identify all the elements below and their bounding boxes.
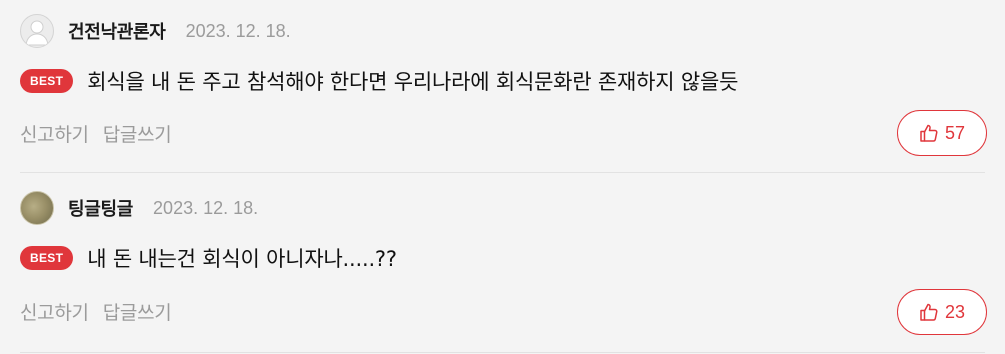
comment-body: BEST 회식을 내 돈 주고 참석해야 한다면 우리나라에 회식문화란 존재하… (20, 66, 738, 96)
comment-text: 내 돈 내는건 회식이 아니자나.....?? (87, 247, 397, 271)
like-count: 57 (944, 122, 966, 143)
comment-username[interactable]: 건전낙관론자 (68, 18, 166, 44)
like-count: 23 (944, 301, 966, 322)
photo-avatar-icon[interactable] (20, 191, 54, 225)
default-avatar-icon[interactable] (20, 14, 54, 48)
reply-link[interactable]: 답글쓰기 (103, 298, 172, 325)
comment-author-row: 건전낙관론자 2023. 12. 18. (20, 14, 291, 48)
like-button[interactable]: 23 (897, 289, 987, 335)
reply-link[interactable]: 답글쓰기 (103, 120, 172, 147)
comment-divider (20, 352, 985, 353)
comment-actions: 신고하기 답글쓰기 (20, 118, 185, 148)
comment-username[interactable]: 팅글팅글 (68, 195, 133, 221)
comment-date: 2023. 12. 18. (153, 197, 259, 218)
user-silhouette-icon (25, 20, 49, 46)
comment-list: 건전낙관론자 2023. 12. 18. BEST 회식을 내 돈 주고 참석해… (0, 0, 1005, 354)
like-button[interactable]: 57 (897, 110, 987, 156)
thumbs-up-icon (919, 123, 939, 143)
comment-body: BEST 내 돈 내는건 회식이 아니자나.....?? (20, 243, 397, 273)
report-link[interactable]: 신고하기 (20, 298, 89, 325)
comment-date: 2023. 12. 18. (185, 20, 291, 41)
report-link[interactable]: 신고하기 (20, 120, 89, 147)
comment-author-row: 팅글팅글 2023. 12. 18. (20, 191, 258, 225)
comment-item: 건전낙관론자 2023. 12. 18. BEST 회식을 내 돈 주고 참석해… (0, 0, 1005, 172)
comment-actions: 신고하기 답글쓰기 (20, 296, 185, 326)
comment-text: 회식을 내 돈 주고 참석해야 한다면 우리나라에 회식문화란 존재하지 않을듯 (87, 70, 739, 94)
thumbs-up-icon (919, 302, 939, 322)
best-badge: BEST (20, 69, 74, 93)
comment-item: 팅글팅글 2023. 12. 18. BEST 내 돈 내는건 회식이 아니자나… (0, 173, 1005, 354)
best-badge: BEST (20, 246, 74, 270)
